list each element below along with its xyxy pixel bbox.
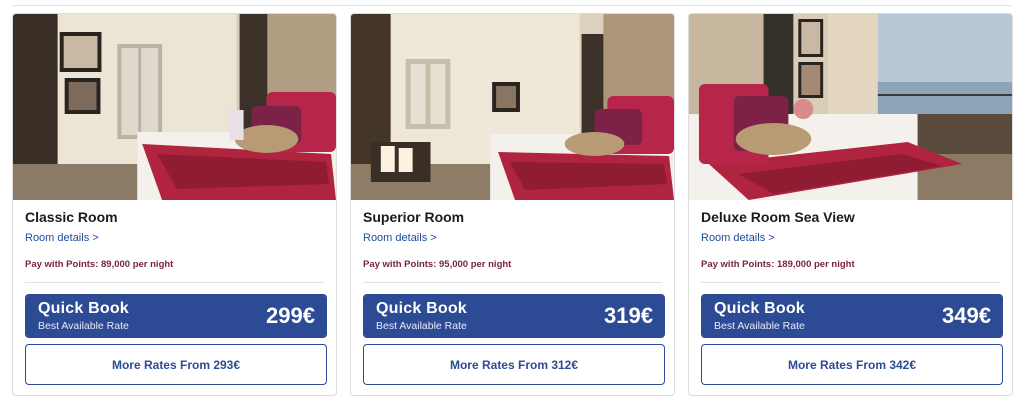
card-divider bbox=[701, 282, 1000, 283]
room-card-deluxe-sea-view: Deluxe Room Sea View Room details > Pay … bbox=[688, 13, 1013, 396]
card-divider bbox=[363, 282, 662, 283]
room-photo[interactable] bbox=[13, 14, 336, 200]
more-rates-button[interactable]: More Rates From 293€ bbox=[25, 344, 327, 385]
quick-book-button[interactable]: Quick Book Best Available Rate 299€ bbox=[25, 294, 327, 338]
points-price: Pay with Points: 95,000 per night bbox=[363, 259, 512, 270]
points-price: Pay with Points: 189,000 per night bbox=[701, 259, 855, 270]
points-price: Pay with Points: 89,000 per night bbox=[25, 259, 174, 270]
quick-book-title: Quick Book bbox=[376, 300, 467, 317]
room-card-list: Classic Room Room details > Pay with Poi… bbox=[12, 13, 1014, 396]
room-details-link[interactable]: Room details > bbox=[701, 232, 775, 244]
room-details-link[interactable]: Room details > bbox=[363, 232, 437, 244]
more-rates-button[interactable]: More Rates From 342€ bbox=[701, 344, 1003, 385]
room-photo[interactable] bbox=[351, 14, 674, 200]
room-name: Deluxe Room Sea View bbox=[701, 209, 855, 225]
room-details-link[interactable]: Room details > bbox=[25, 232, 99, 244]
card-divider bbox=[25, 282, 324, 283]
room-card-classic: Classic Room Room details > Pay with Poi… bbox=[12, 13, 337, 396]
quick-book-subtitle: Best Available Rate bbox=[38, 320, 129, 332]
more-rates-button[interactable]: More Rates From 312€ bbox=[363, 344, 665, 385]
quick-book-subtitle: Best Available Rate bbox=[376, 320, 467, 332]
top-divider bbox=[12, 5, 1012, 6]
quick-book-subtitle: Best Available Rate bbox=[714, 320, 805, 332]
quick-book-title: Quick Book bbox=[38, 300, 129, 317]
quick-book-button[interactable]: Quick Book Best Available Rate 349€ bbox=[701, 294, 1003, 338]
quick-book-price: 319€ bbox=[604, 303, 653, 328]
quick-book-price: 299€ bbox=[266, 303, 315, 328]
quick-book-button[interactable]: Quick Book Best Available Rate 319€ bbox=[363, 294, 665, 338]
room-name: Classic Room bbox=[25, 209, 118, 225]
room-photo[interactable] bbox=[689, 14, 1012, 200]
quick-book-price: 349€ bbox=[942, 303, 991, 328]
room-name: Superior Room bbox=[363, 209, 465, 225]
room-card-superior: Superior Room Room details > Pay with Po… bbox=[350, 13, 675, 396]
quick-book-title: Quick Book bbox=[714, 300, 805, 317]
